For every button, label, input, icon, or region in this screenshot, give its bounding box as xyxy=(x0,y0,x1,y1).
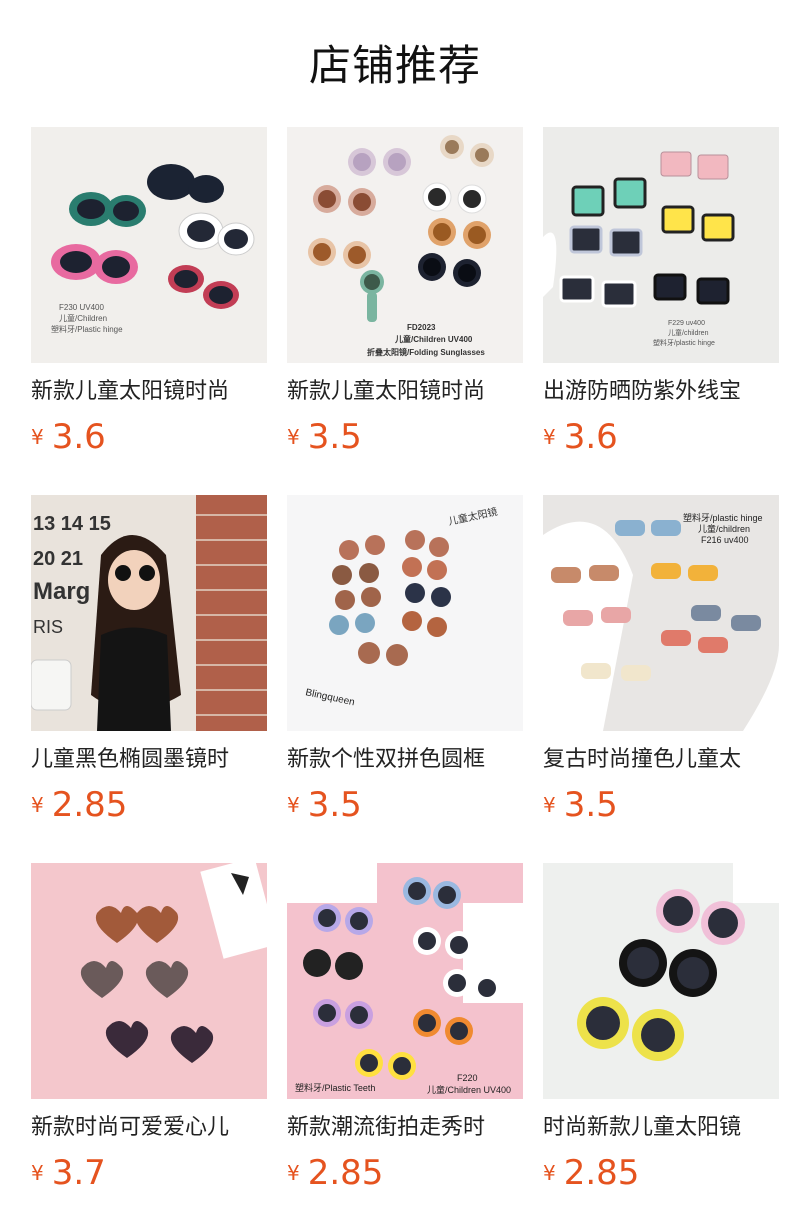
currency-symbol: ¥ xyxy=(543,425,556,449)
sunglasses-photo: F220 塑料牙/Plastic Teeth 儿童/Children UV400 xyxy=(287,863,523,1099)
product-image[interactable]: 儿童太阳镜 Blingqueen xyxy=(287,495,523,731)
product-card[interactable]: 时尚新款儿童太阳镜 ¥2.85 xyxy=(543,863,779,1193)
product-price: ¥3.6 xyxy=(31,417,106,457)
image-caption-line: RIS xyxy=(33,617,63,637)
product-image[interactable]: 塑料牙/plastic hinge 儿童/children F216 uv400 xyxy=(543,495,779,731)
product-image[interactable]: F220 塑料牙/Plastic Teeth 儿童/Children UV400 xyxy=(287,863,523,1099)
image-caption-line: 儿童/children xyxy=(668,328,709,337)
price-value: 3.5 xyxy=(307,785,362,825)
sunglasses-photo: F229 uv400 儿童/children 塑料牙/plastic hinge xyxy=(543,127,779,363)
product-grid: F230 UV400 儿童/Children 塑料牙/Plastic hinge… xyxy=(31,127,779,1193)
product-price: ¥3.5 xyxy=(287,417,362,457)
image-caption-line: F220 xyxy=(457,1073,478,1083)
image-caption-line: F230 UV400 xyxy=(59,303,104,312)
product-card[interactable]: F229 uv400 儿童/children 塑料牙/plastic hinge… xyxy=(543,127,779,457)
image-caption-line: 折叠太阳镜/Folding Sunglasses xyxy=(367,347,485,357)
currency-symbol: ¥ xyxy=(287,793,300,817)
product-name[interactable]: 出游防晒防紫外线宝 xyxy=(543,377,779,407)
price-value: 2.85 xyxy=(307,1153,384,1193)
product-image[interactable] xyxy=(543,863,779,1099)
image-caption-line: 塑料牙/plastic hinge xyxy=(653,338,715,347)
product-name[interactable]: 儿童黑色椭圆墨镜时 xyxy=(31,745,267,775)
currency-symbol: ¥ xyxy=(31,793,44,817)
product-price: ¥3.6 xyxy=(543,417,618,457)
product-card[interactable]: 塑料牙/plastic hinge 儿童/children F216 uv400… xyxy=(543,495,779,825)
currency-symbol: ¥ xyxy=(31,425,44,449)
product-card[interactable]: 13 14 15 20 21 Marg RIS 儿童黑色椭圆墨镜时 ¥2.85 xyxy=(31,495,267,825)
product-price: ¥3.5 xyxy=(543,785,618,825)
currency-symbol: ¥ xyxy=(543,793,556,817)
product-name[interactable]: 新款时尚可爱爱心儿 xyxy=(31,1113,267,1143)
currency-symbol: ¥ xyxy=(543,1161,556,1185)
girl-wearing-sunglasses-photo: 13 14 15 20 21 Marg RIS xyxy=(31,495,267,731)
sunglasses-photo xyxy=(543,863,779,1099)
product-card[interactable]: FD2023 儿童/Children UV400 折叠太阳镜/Folding S… xyxy=(287,127,523,457)
image-caption-line: F216 uv400 xyxy=(701,535,749,545)
product-price: ¥2.85 xyxy=(31,785,127,825)
product-name[interactable]: 新款个性双拼色圆框 xyxy=(287,745,523,775)
currency-symbol: ¥ xyxy=(287,425,300,449)
price-value: 2.85 xyxy=(51,785,128,825)
product-name[interactable]: 复古时尚撞色儿童太 xyxy=(543,745,779,775)
product-price: ¥3.7 xyxy=(31,1153,106,1193)
product-image[interactable] xyxy=(31,863,267,1099)
image-caption-line: F229 uv400 xyxy=(668,320,705,327)
price-value: 3.7 xyxy=(51,1153,106,1193)
currency-symbol: ¥ xyxy=(287,1161,300,1185)
product-price: ¥3.5 xyxy=(287,785,362,825)
product-name[interactable]: 新款儿童太阳镜时尚 xyxy=(31,377,267,407)
product-image[interactable]: FD2023 儿童/Children UV400 折叠太阳镜/Folding S… xyxy=(287,127,523,363)
image-caption-line: 儿童/Children UV400 xyxy=(427,1084,511,1095)
product-image[interactable]: 13 14 15 20 21 Marg RIS xyxy=(31,495,267,731)
product-card[interactable]: F230 UV400 儿童/Children 塑料牙/Plastic hinge… xyxy=(31,127,267,457)
image-caption-line: 儿童/Children xyxy=(59,313,107,323)
product-card[interactable]: F220 塑料牙/Plastic Teeth 儿童/Children UV400… xyxy=(287,863,523,1193)
product-name[interactable]: 时尚新款儿童太阳镜 xyxy=(543,1113,779,1143)
image-caption-line: 儿童/Children UV400 xyxy=(394,334,473,344)
image-caption-line: 20 21 xyxy=(33,548,83,570)
price-value: 3.6 xyxy=(563,417,618,457)
product-image[interactable]: F230 UV400 儿童/Children 塑料牙/Plastic hinge xyxy=(31,127,267,363)
product-card[interactable]: 儿童太阳镜 Blingqueen 新款个性双拼色圆框 ¥3.5 xyxy=(287,495,523,825)
price-value: 3.6 xyxy=(51,417,106,457)
price-value: 3.5 xyxy=(563,785,618,825)
product-price: ¥2.85 xyxy=(543,1153,639,1193)
sunglasses-photo: FD2023 儿童/Children UV400 折叠太阳镜/Folding S… xyxy=(287,127,523,363)
product-name[interactable]: 新款潮流街拍走秀时 xyxy=(287,1113,523,1143)
image-caption-line: 塑料牙/plastic hinge xyxy=(683,512,763,523)
sunglasses-photo: 塑料牙/plastic hinge 儿童/children F216 uv400 xyxy=(543,495,779,731)
product-price: ¥2.85 xyxy=(287,1153,383,1193)
image-caption-line: FD2023 xyxy=(407,323,436,332)
product-card[interactable]: 新款时尚可爱爱心儿 ¥3.7 xyxy=(31,863,267,1193)
sunglasses-photo: 儿童太阳镜 Blingqueen xyxy=(287,495,523,731)
sunglasses-photo: F230 UV400 儿童/Children 塑料牙/Plastic hinge xyxy=(31,127,267,363)
page-title: 店铺推荐 xyxy=(308,41,481,90)
price-value: 2.85 xyxy=(563,1153,640,1193)
image-caption-line: 塑料牙/Plastic hinge xyxy=(51,324,123,334)
heart-sunglasses-photo xyxy=(31,863,267,1099)
image-caption-line: 儿童/children xyxy=(698,523,750,534)
image-caption-line: Marg xyxy=(33,578,90,605)
currency-symbol: ¥ xyxy=(31,1161,44,1185)
product-image[interactable]: F229 uv400 儿童/children 塑料牙/plastic hinge xyxy=(543,127,779,363)
price-value: 3.5 xyxy=(307,417,362,457)
image-caption-line: 塑料牙/Plastic Teeth xyxy=(295,1082,375,1093)
image-caption-line: 13 14 15 xyxy=(33,513,111,535)
product-name[interactable]: 新款儿童太阳镜时尚 xyxy=(287,377,523,407)
